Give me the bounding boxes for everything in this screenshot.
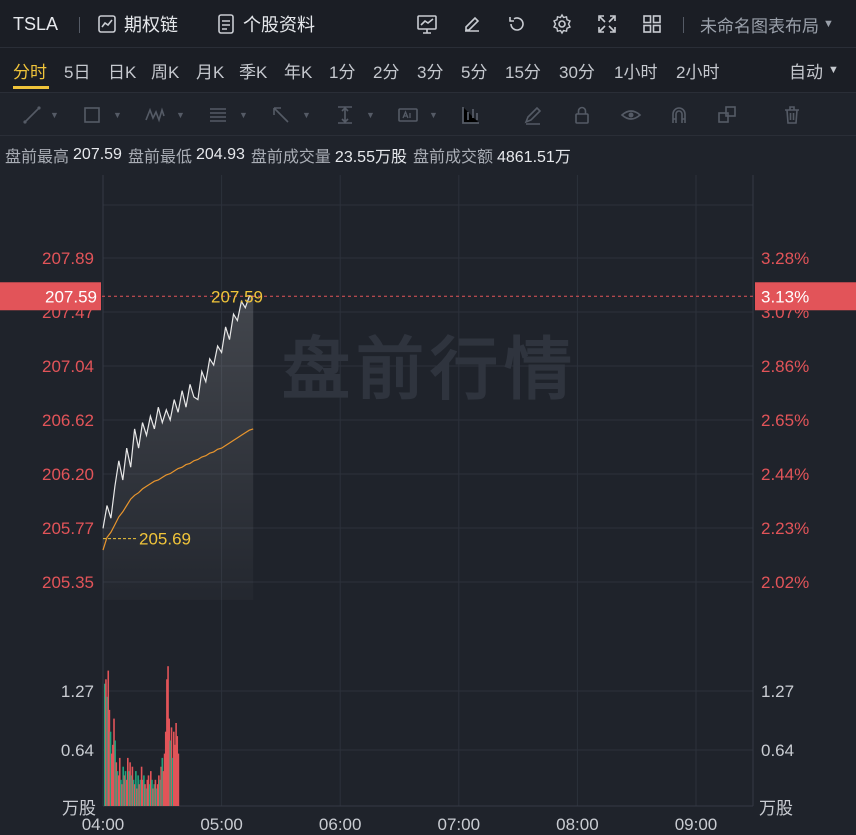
time-tick-label: 04:00 [82, 815, 125, 834]
low-price-annotation: 205.69 [139, 530, 191, 549]
pct-tick-label: 3.28% [761, 249, 809, 268]
volume-unit-label: 万股 [759, 799, 793, 818]
time-tick-label: 07:00 [438, 815, 481, 834]
pct-tick-label: 2.44% [761, 465, 809, 484]
time-tick-label: 05:00 [200, 815, 243, 834]
time-tick-label: 06:00 [319, 815, 362, 834]
price-tick-label: 207.89 [42, 249, 94, 268]
price-tick-label: 205.35 [42, 573, 94, 592]
current-price-annotation: 207.59 [211, 287, 263, 306]
price-tick-label: 207.04 [42, 357, 94, 376]
time-tick-label: 08:00 [556, 815, 599, 834]
price-tick-label: 206.62 [42, 411, 94, 430]
price-tick-label: 205.77 [42, 519, 94, 538]
volume-tick-label: 1.27 [761, 682, 794, 701]
watermark-text: 盘前行情 [282, 331, 578, 410]
current-price-badge: 207.59 [45, 287, 97, 306]
current-pct-badge: 3.13% [761, 287, 809, 306]
price-area [103, 296, 254, 600]
price-tick-label: 206.20 [42, 465, 94, 484]
volume-tick-label: 1.27 [61, 682, 94, 701]
pct-tick-label: 2.02% [761, 573, 809, 592]
pct-tick-label: 2.65% [761, 411, 809, 430]
volume-tick-label: 0.64 [61, 741, 94, 760]
pct-tick-label: 2.86% [761, 357, 809, 376]
volume-tick-label: 0.64 [761, 741, 794, 760]
volume-bar [177, 753, 180, 806]
time-tick-label: 09:00 [675, 815, 718, 834]
intraday-chart[interactable]: 盘前行情207.89207.47207.04206.62206.20205.77… [0, 0, 856, 835]
pct-tick-label: 2.23% [761, 519, 809, 538]
